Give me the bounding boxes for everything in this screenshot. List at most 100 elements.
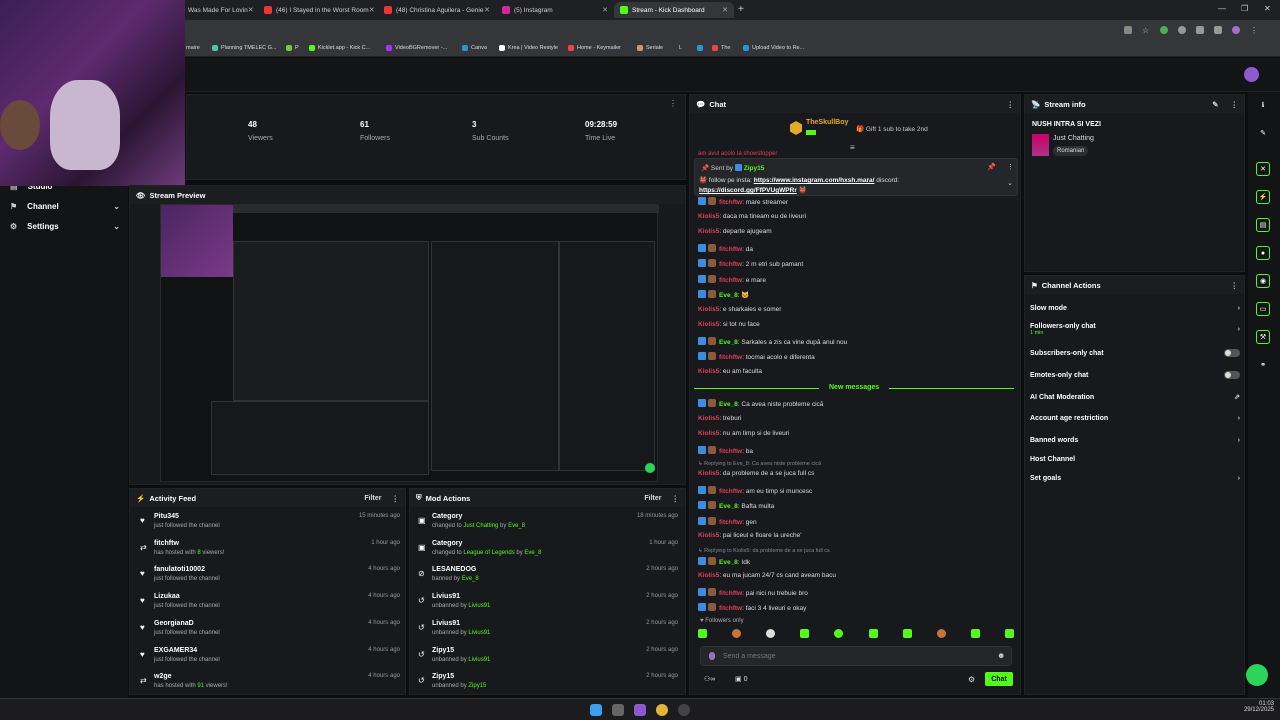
chat-username[interactable]: Eve_8 [719, 401, 738, 408]
emote-button[interactable] [698, 629, 707, 638]
chat-settings-icon[interactable]: ⚙ [968, 675, 975, 684]
activity-feed-item[interactable]: ♥ fanulatoti10002 just followed the chan… [140, 566, 400, 592]
extension-icon[interactable] [1160, 26, 1168, 34]
channel-action-subscribers-only-chat[interactable]: Subscribers-only chat [1030, 349, 1240, 357]
activity-feed-item[interactable]: ⇄ w2ge has hosted with 91 viewers! 4 hou… [140, 673, 400, 699]
chat-username[interactable]: fitchftw [719, 519, 742, 526]
chat-message[interactable]: Kiolis5: eu am faculta [698, 368, 762, 375]
activity-user[interactable]: EXGAMER34 [154, 647, 197, 654]
activity-user[interactable]: Lizukaa [154, 593, 180, 600]
users-icon[interactable]: ⚇∞ [704, 675, 715, 683]
emote-button[interactable] [902, 629, 912, 638]
chat-input-box[interactable]: ☻ [700, 646, 1012, 666]
chat-username[interactable]: Kiolis5 [698, 213, 719, 220]
close-icon[interactable]: ✕ [248, 6, 254, 14]
windows-start-icon[interactable] [590, 704, 602, 716]
gift-sub-button[interactable]: 🎁 Gift 1 sub to take 2nd [856, 125, 928, 133]
chat-username[interactable]: Eve_8 [719, 292, 738, 299]
info-icon[interactable]: ℹ [1256, 98, 1270, 112]
browser-tab[interactable]: (46) I Stayed in the Worst Room ✕ [258, 2, 376, 18]
channel-action-host-channel[interactable]: Host Channel [1030, 456, 1240, 463]
mod-action-item[interactable]: ↺ Zipy15 unbanned by Livius91 2 hours ag… [418, 647, 678, 673]
chat-username[interactable]: fitchftw [719, 448, 742, 455]
puzzle-icon[interactable] [1214, 26, 1222, 34]
mod-action-item[interactable]: ⊘ LESANEDOG banned by Eve_8 2 hours ago [418, 566, 678, 592]
chat-message[interactable]: fitchftw: e mare [698, 274, 766, 284]
chat-message[interactable]: fitchftw: ba [698, 445, 753, 455]
chat-message[interactable]: Eve_8: Bafta multa [698, 501, 774, 510]
activity-feed-item[interactable]: ♥ Lizukaa just followed the channel 4 ho… [140, 593, 400, 619]
activity-user[interactable]: Pitu345 [154, 513, 179, 520]
activity-feed-item[interactable]: ♥ EXGAMER34 just followed the channel 4 … [140, 647, 400, 673]
video-icon[interactable]: ▭ [1256, 302, 1270, 316]
emote-button[interactable] [970, 629, 980, 638]
chat-message[interactable]: Kiolis5: treburi [698, 415, 741, 422]
bookmark[interactable]: Upload Video to Re... [743, 45, 804, 51]
mod-action-item[interactable]: ▣ Category changed to League of Legends … [418, 540, 678, 566]
sidebar-item-channel[interactable]: ⚑ Channel ⌄ [10, 202, 120, 211]
more-options-icon[interactable]: ⋮ [392, 494, 400, 503]
share-icon[interactable]: ⚭ [1256, 358, 1270, 372]
clipboard-icon[interactable]: ▤ [1256, 218, 1270, 232]
activity-user[interactable]: w2ge [154, 673, 172, 680]
quick-action-button[interactable]: ✕ [1256, 162, 1270, 176]
chat-message[interactable]: fitchftw: pai nici nu trebuie bro [698, 587, 808, 597]
chat-message[interactable]: Eve_8: Ca avea niste probleme cică [698, 399, 823, 408]
bookmark[interactable]: Seriale [637, 45, 663, 51]
chat-username[interactable]: fitchftw [719, 199, 742, 206]
sidebar-item-settings[interactable]: ⚙ Settings ⌄ [10, 222, 120, 231]
chat-message[interactable]: Kiolis5: si tot nu face [698, 321, 760, 328]
chat-message[interactable]: Kiolis5: da probleme de a se juca full c… [698, 470, 814, 477]
support-chat-button[interactable] [1246, 664, 1268, 686]
chat-message[interactable]: Kiolis5: pai liceul e floare la ureche' [698, 532, 802, 539]
channel-action-banned-words[interactable]: Banned words › [1030, 437, 1240, 444]
pinned-link[interactable]: https://discord.gg/FfPVUgWPRr [699, 187, 797, 194]
emote-button[interactable] [834, 629, 844, 638]
chat-message[interactable]: fitchftw: da [698, 243, 753, 253]
chat-username[interactable]: Eve_8 [719, 339, 738, 346]
chevron-down-icon[interactable]: ⌄ [1007, 179, 1013, 187]
activity-user[interactable]: fanulatoti10002 [154, 566, 205, 573]
more-options-icon[interactable]: ⋮ [1007, 163, 1014, 171]
mod-action-item[interactable]: ▣ Category changed to Just Chatting by E… [418, 513, 678, 539]
stream-video[interactable] [160, 204, 659, 482]
chat-username[interactable]: Kiolis5 [698, 430, 719, 437]
close-icon[interactable]: ✕ [722, 6, 728, 14]
chat-username[interactable]: Kiolis5 [698, 306, 719, 313]
emote-button[interactable] [868, 629, 878, 638]
close-window-icon[interactable]: ✕ [1264, 4, 1271, 13]
more-options-icon[interactable]: ⋮ [1007, 100, 1015, 109]
bookmark[interactable]: Home - Keymailer [568, 45, 621, 51]
channel-action-followers-only-chat[interactable]: Followers-only chat 1 min › [1030, 323, 1240, 336]
activity-feed-item[interactable]: ♥ Pitu345 just followed the channel 15 m… [140, 513, 400, 539]
browser-tab-active[interactable]: Stream - Kick Dashboard ✕ [614, 2, 734, 18]
bookmark[interactable]: Canva [462, 45, 487, 51]
mod-action-item[interactable]: ↺ Zipy15 unbanned by Zipy15 2 hours ago [418, 673, 678, 699]
chat-username[interactable]: fitchftw [719, 277, 742, 284]
unpin-icon[interactable]: 📌 [987, 163, 996, 171]
chat-message[interactable]: fitchftw: tocmai acolo e diferenta [698, 352, 815, 361]
more-options-icon[interactable]: ⋮ [1231, 100, 1239, 109]
bookmark[interactable]: maire [186, 45, 200, 51]
bookmark[interactable]: Planning TMELEC G... [212, 45, 277, 51]
filter-button[interactable]: Filter [644, 495, 661, 502]
toggle-switch[interactable] [1224, 349, 1240, 357]
star-icon[interactable]: ☆ [1142, 26, 1150, 35]
chat-username[interactable]: Kiolis5 [698, 321, 719, 328]
chat-username[interactable]: fitchftw [719, 246, 742, 253]
chat-input[interactable] [723, 650, 983, 663]
emoji-icon[interactable]: ☻ [997, 651, 1005, 660]
mod-action-item[interactable]: ↺ Livius91 unbanned by Livius91 2 hours … [418, 620, 678, 646]
pinned-link[interactable]: https://www.instagram.com/hxsh.mara/ [754, 177, 875, 184]
bookmark[interactable]: VideoBGRemover -... [386, 45, 447, 51]
minimize-icon[interactable]: — [1218, 4, 1226, 13]
chat-message[interactable]: Kiolis5: departe ajugeam [698, 228, 772, 235]
pinned-message[interactable]: 📌 Sent by Zipy15 📌 ⋮ ⌄ 👹 follow pe insta… [694, 158, 1018, 196]
chat-username[interactable]: Kiolis5 [698, 415, 719, 422]
edit-icon[interactable]: ✎ [1212, 100, 1218, 109]
close-icon[interactable]: ✕ [484, 6, 490, 14]
chat-message[interactable]: fitchftw: 2 m etri sub pamant [698, 259, 803, 268]
activity-user[interactable]: GeorgianaD [154, 620, 194, 627]
emote-button[interactable] [766, 629, 776, 638]
bookmark[interactable] [697, 45, 706, 51]
